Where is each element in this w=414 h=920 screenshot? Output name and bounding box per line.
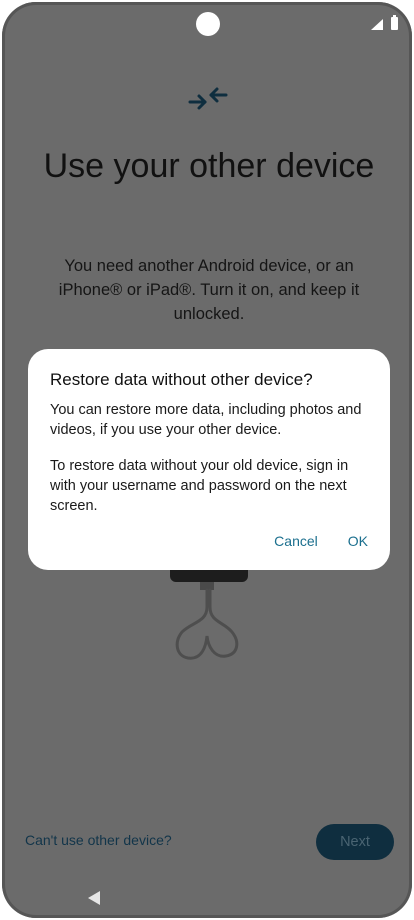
cant-use-other-device-link[interactable]: Can't use other device? — [25, 832, 172, 848]
battery-icon — [391, 15, 398, 30]
screen: Use your other device You need another A… — [2, 2, 412, 918]
front-camera — [196, 12, 220, 36]
back-triangle-icon[interactable] — [88, 891, 100, 905]
page-title: Use your other device — [43, 147, 375, 185]
dialog-paragraph: You can restore more data, including pho… — [50, 402, 362, 438]
next-button[interactable]: Next — [316, 824, 394, 860]
ok-button[interactable]: OK — [348, 533, 368, 549]
signal-icon — [371, 19, 383, 30]
restore-dialog: Restore data without other device? You c… — [28, 349, 390, 570]
dialog-actions: Cancel OK — [274, 533, 368, 549]
phone-with-cable-illustration — [170, 562, 248, 660]
connect-arrows-icon — [188, 87, 228, 110]
page-description: You need another Android device, or an i… — [58, 257, 360, 323]
dialog-title: Restore data without other device? — [50, 370, 313, 389]
phone-frame: Use your other device You need another A… — [0, 0, 414, 920]
dialog-body: You can restore more data, including pho… — [50, 400, 368, 516]
cancel-button[interactable]: Cancel — [274, 533, 318, 549]
dialog-paragraph: To restore data without your old device,… — [50, 458, 349, 514]
